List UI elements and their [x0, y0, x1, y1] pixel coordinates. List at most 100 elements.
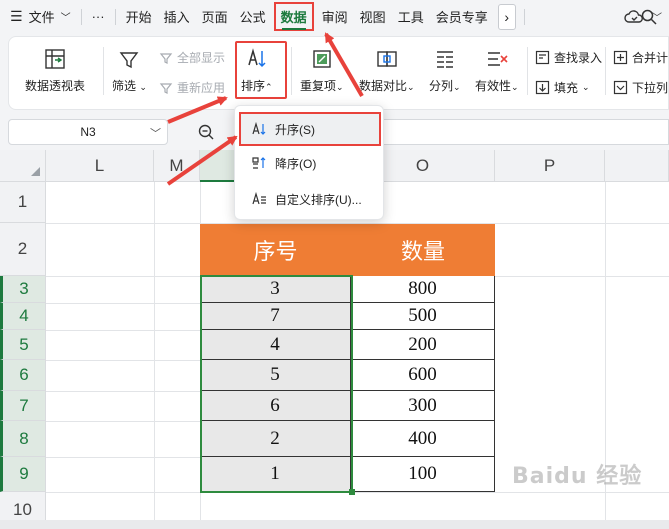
table-cell-index[interactable]: 7 — [200, 303, 351, 330]
duplicates-button[interactable]: 重复项⌄ — [300, 45, 344, 94]
reapply-button[interactable]: 重新应用 — [159, 79, 225, 96]
watermark: Baidu 经验 — [512, 464, 643, 489]
column-header-m[interactable]: M — [154, 150, 200, 182]
ribbon-divider — [291, 47, 292, 95]
hamburger-icon: ☰ — [10, 8, 23, 24]
row-header-5[interactable]: 5 — [0, 330, 46, 360]
column-header-l[interactable]: L — [46, 150, 154, 182]
table-cell-quantity[interactable]: 600 — [351, 360, 495, 391]
row-header-8[interactable]: 8 — [0, 421, 46, 457]
table-cell-quantity[interactable]: 100 — [351, 457, 495, 492]
column-header-p[interactable]: P — [495, 150, 605, 182]
tab-page[interactable]: 页面 — [196, 0, 234, 33]
fill-handle[interactable] — [349, 489, 355, 495]
header-cell-quantity[interactable]: 数量 — [351, 224, 495, 276]
table-cell-index[interactable]: 4 — [200, 330, 351, 360]
validity-label: 有效性 — [475, 79, 512, 93]
name-box[interactable]: N3 ﹀ — [8, 119, 168, 145]
merge-calc-button[interactable]: 合并计 — [613, 49, 668, 66]
dropdown-list-icon — [613, 80, 628, 95]
chevron-down-icon: ﹀ — [150, 128, 161, 140]
table-cell-quantity[interactable]: 800 — [351, 276, 495, 303]
tab-tools[interactable]: 工具 — [392, 0, 430, 33]
more-menu[interactable]: ··· — [86, 0, 111, 33]
split-column-button[interactable]: 分列⌄ — [429, 45, 461, 94]
zoom-icon[interactable] — [198, 124, 214, 140]
show-all-button[interactable]: 全部显示 — [159, 49, 225, 66]
row-header-9[interactable]: 9 — [0, 457, 46, 492]
table-cell-quantity[interactable]: 300 — [351, 391, 495, 421]
row-header-1[interactable]: 1 — [0, 182, 46, 223]
duplicates-icon — [313, 50, 331, 68]
custom-sort-item[interactable]: 自定义排序(U)... — [241, 184, 379, 214]
tab-view[interactable]: 视图 — [354, 0, 392, 33]
lookup-entry-button[interactable]: 查找录入 — [535, 49, 602, 66]
table-cell-index[interactable]: 1 — [200, 457, 351, 492]
row-header-2[interactable]: 2 — [0, 223, 46, 276]
table-cell-index[interactable]: 5 — [200, 360, 351, 391]
data-compare-icon — [377, 51, 397, 67]
row-header-7[interactable]: 7 — [0, 391, 46, 421]
gridline — [46, 457, 200, 458]
dropdown-list-button[interactable]: 下拉列 — [613, 79, 668, 96]
chevron-down-icon: ⌄ — [139, 82, 147, 92]
cloud-sync-icon[interactable] — [624, 9, 644, 25]
data-compare-button[interactable]: 数据对比⌄ — [359, 45, 415, 94]
column-header-q[interactable] — [605, 150, 669, 182]
row-header-6[interactable]: 6 — [0, 360, 46, 391]
table-cell-index[interactable]: 6 — [200, 391, 351, 421]
fill-button[interactable]: 填充 ⌄ — [535, 79, 590, 96]
tab-formula[interactable]: 公式 — [234, 0, 272, 33]
pivot-table-label: 数据透视表 — [25, 79, 86, 93]
table-cell-quantity[interactable]: 400 — [351, 421, 495, 457]
sort-dropdown-menu: 升序(S) 降序(O) 自定义排序(U)... — [234, 105, 384, 220]
chevron-down-icon: ⌄ — [336, 82, 344, 92]
table-cell-index[interactable]: 2 — [200, 421, 351, 457]
row-header-4[interactable]: 4 — [0, 303, 46, 330]
validity-label-wrap: 有效性⌄ — [475, 77, 519, 94]
tab-data[interactable]: 数据 — [272, 0, 316, 33]
header-cell-index[interactable]: 序号 — [200, 224, 351, 276]
sheet-tab-bar — [0, 520, 669, 529]
sort-ascending-icon — [252, 121, 266, 135]
file-menu-label: 文件 — [28, 10, 55, 25]
chevron-up-icon: ⌃ — [265, 82, 273, 92]
show-all-icon — [159, 52, 173, 64]
select-all-corner[interactable] — [0, 150, 46, 182]
formula-input[interactable] — [380, 119, 669, 145]
tab-insert[interactable]: 插入 — [158, 0, 196, 33]
chevron-down-icon[interactable]: ﹀ — [652, 9, 662, 24]
filter-button[interactable]: 筛选 ⌄ — [112, 45, 147, 94]
data-compare-label-wrap: 数据对比⌄ — [359, 77, 415, 94]
ribbon-scroll-button[interactable]: › — [497, 3, 516, 30]
name-box-value: N3 — [80, 125, 96, 139]
table-cell-quantity[interactable]: 500 — [351, 303, 495, 330]
pivot-table-icon — [45, 49, 65, 69]
custom-sort-label: 自定义排序(U)... — [275, 192, 362, 207]
sort-label-wrap: 排序⌃ — [241, 77, 273, 94]
gridline — [46, 360, 200, 361]
ribbon-divider — [103, 47, 104, 95]
ribbon-toolbar: 数据透视表 筛选 ⌄ 全部显示 重新应用 排序⌃ 重复项⌄ 数据对比⌄ 分列⌄ … — [8, 36, 669, 110]
tab-home[interactable]: 开始 — [120, 0, 158, 33]
reapply-icon — [159, 82, 173, 94]
pivot-table-button[interactable]: 数据透视表 — [25, 45, 85, 94]
table-cell-index[interactable]: 3 — [200, 276, 351, 303]
sort-button[interactable]: 排序⌃ — [241, 45, 273, 94]
file-menu[interactable]: ☰ 文件 ﹀ — [0, 0, 77, 33]
ribbon-divider — [605, 47, 606, 95]
tab-review[interactable]: 审阅 — [316, 0, 354, 33]
split-column-icon — [436, 51, 453, 68]
sort-ascending-item[interactable]: 升序(S) — [239, 112, 381, 146]
data-compare-label: 数据对比 — [359, 79, 408, 93]
menu-bar: ☰ 文件 ﹀ ··· 开始 插入 页面 公式 数据 审阅 视图 工具 会员专享 … — [0, 0, 669, 33]
sort-descending-item[interactable]: 降序(O) — [241, 148, 379, 178]
validity-button[interactable]: 有效性⌄ — [475, 45, 519, 94]
table-cell-quantity[interactable]: 200 — [351, 330, 495, 360]
chevron-down-icon: ⌄ — [511, 82, 519, 92]
tab-member[interactable]: 会员专享 — [430, 0, 494, 33]
filter-text: 筛选 — [112, 79, 137, 93]
gridline — [46, 492, 669, 493]
ribbon-divider — [527, 47, 528, 95]
row-header-3[interactable]: 3 — [0, 276, 46, 303]
